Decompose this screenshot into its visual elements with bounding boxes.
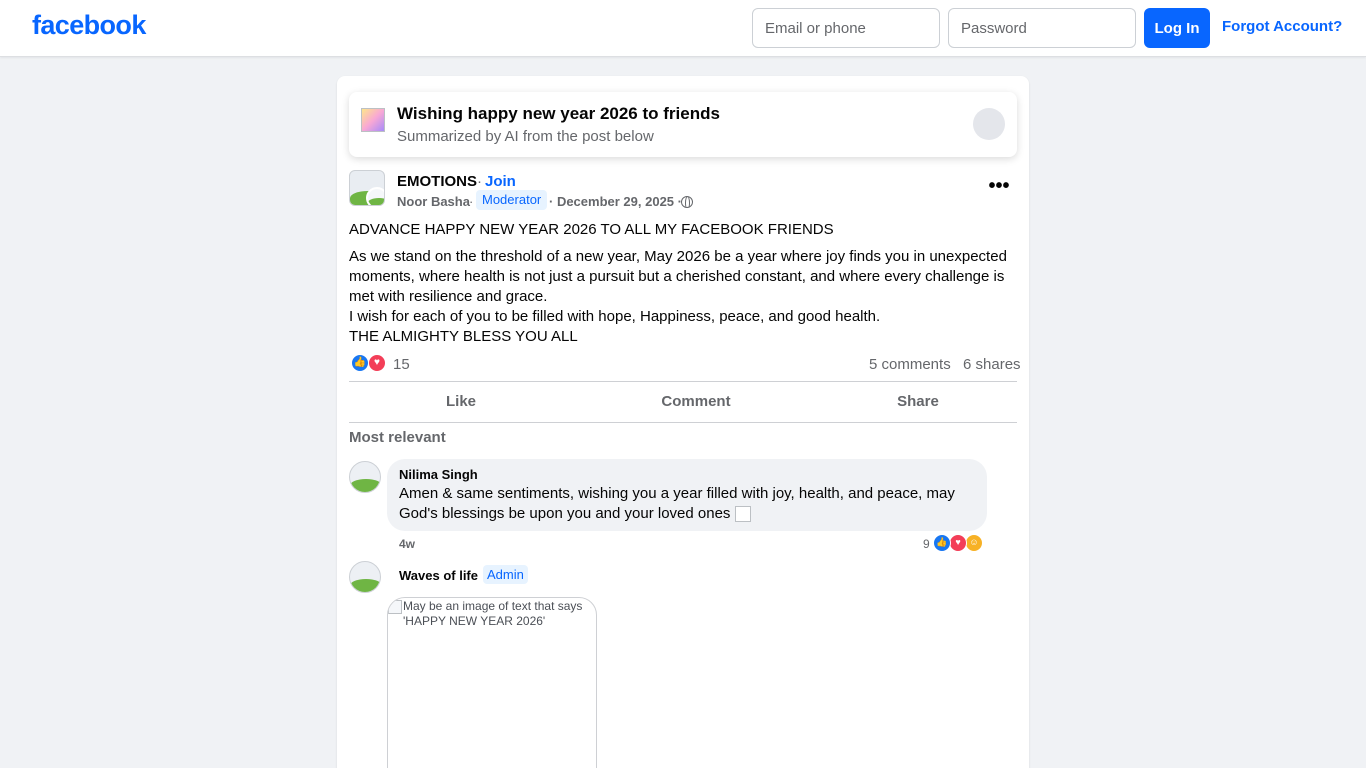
heart-icon: ♥ xyxy=(368,354,386,372)
email-input[interactable] xyxy=(752,8,940,48)
forgot-account-link[interactable]: Forgot Account? xyxy=(1222,18,1342,35)
like-icon: 👍 xyxy=(351,354,369,372)
post-body-line: I wish for each of you to be filled with… xyxy=(349,308,881,325)
care-icon: ☺ xyxy=(965,534,983,552)
more-options-button[interactable]: ••• xyxy=(981,176,1017,204)
like-icon: 👍 xyxy=(933,534,951,552)
facebook-logo[interactable]: facebook xyxy=(32,10,146,41)
group-name[interactable]: EMOTIONS xyxy=(397,173,477,190)
password-input[interactable] xyxy=(948,8,1136,48)
ai-summary-expand-button[interactable] xyxy=(973,108,1005,140)
commenter-avatar[interactable] xyxy=(349,561,381,593)
separator: · xyxy=(477,173,482,190)
login-button[interactable]: Log In xyxy=(1144,8,1210,48)
post-date[interactable]: · December 29, 2025 · xyxy=(549,194,682,209)
emoji-image xyxy=(734,506,751,523)
ai-summary-icon xyxy=(361,108,385,132)
reaction-count[interactable]: 15 xyxy=(393,356,410,373)
commenter-name[interactable]: Waves of life xyxy=(399,568,478,583)
admin-badge: Admin xyxy=(483,565,528,584)
comment-sort-dropdown[interactable]: Most relevant xyxy=(349,429,446,446)
comment-bubble: Nilima Singh Amen & same sentiments, wis… xyxy=(387,459,987,531)
share-button[interactable]: Share xyxy=(819,386,1017,418)
post-body-paragraph: As we stand on the threshold of a new ye… xyxy=(349,248,1007,305)
commenter-avatar[interactable] xyxy=(349,461,381,493)
shares-count[interactable]: 6 shares xyxy=(963,356,1021,373)
ai-summary-title: Wishing happy new year 2026 to friends xyxy=(397,104,720,123)
image-alt-text: May be an image of text that says 'HAPPY… xyxy=(403,599,583,628)
comment-time[interactable]: 4w xyxy=(399,537,415,551)
ai-summary-box[interactable]: Wishing happy new year 2026 to friends S… xyxy=(349,92,1017,157)
post-author[interactable]: Noor Basha xyxy=(397,194,470,209)
heart-icon: ♥ xyxy=(949,534,967,552)
top-bar: facebook Log In Forgot Account? xyxy=(0,0,1366,57)
like-button[interactable]: Like xyxy=(349,386,573,418)
comments-count[interactable]: 5 comments xyxy=(869,356,951,373)
comment-reaction-count[interactable]: 9 xyxy=(923,537,930,551)
author-avatar[interactable] xyxy=(366,187,384,205)
join-link[interactable]: Join xyxy=(485,173,516,190)
globe-icon xyxy=(681,196,693,208)
separator: · xyxy=(469,194,474,209)
comment-button[interactable]: Comment xyxy=(573,386,819,418)
post-card: Wishing happy new year 2026 to friends S… xyxy=(337,76,1029,768)
commenter-name[interactable]: Nilima Singh xyxy=(399,467,478,482)
comment-text: Amen & same sentiments, wishing you a ye… xyxy=(399,485,955,523)
post-headline: ADVANCE HAPPY NEW YEAR 2026 TO ALL MY FA… xyxy=(349,221,834,238)
comment-image[interactable]: May be an image of text that says 'HAPPY… xyxy=(387,597,597,768)
divider xyxy=(349,422,1017,423)
group-avatar[interactable] xyxy=(349,170,385,206)
moderator-badge: Moderator xyxy=(476,190,548,210)
divider xyxy=(349,381,1017,382)
post-body-line: THE ALMIGHTY BLESS YOU ALL xyxy=(349,328,578,345)
ai-summary-subtitle: Summarized by AI from the post below xyxy=(397,128,654,145)
